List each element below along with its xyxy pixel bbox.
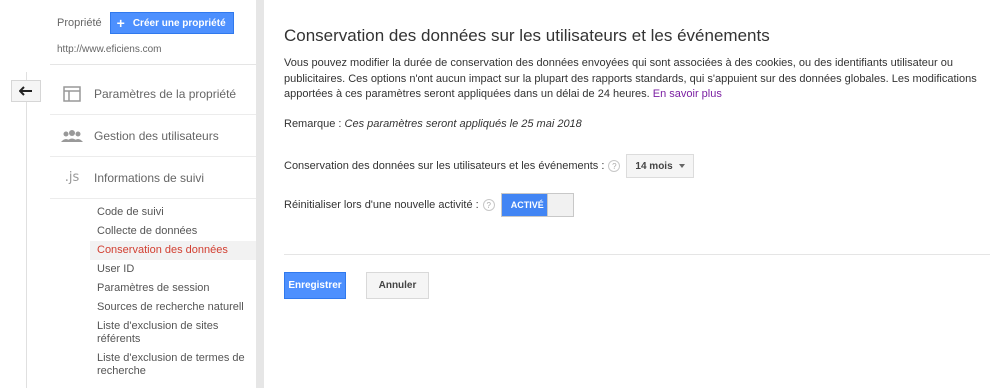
sub-item-user-id[interactable]: User ID [90, 260, 256, 279]
nav-item-tracking-info[interactable]: .js Informations de suivi [50, 157, 256, 199]
retention-label: Conservation des données sur les utilisa… [284, 160, 605, 172]
sub-item-organic-search-sources[interactable]: Sources de recherche naturell [90, 298, 256, 317]
chevron-down-icon [678, 164, 685, 168]
rail-line [26, 72, 27, 388]
sub-item-data-collection[interactable]: Collecte de données [90, 222, 256, 241]
nav-item-user-management[interactable]: Gestion des utilisateurs [50, 115, 256, 157]
nav-label: Gestion des utilisateurs [94, 128, 219, 143]
property-settings-icon [50, 85, 94, 102]
property-label: Propriété [57, 17, 102, 29]
sub-item-tracking-code[interactable]: Code de suivi [90, 203, 256, 222]
back-button[interactable] [11, 80, 41, 102]
property-panel: Propriété + Créer une propriété http://w… [50, 0, 256, 388]
nav-label: Paramètres de la propriété [94, 86, 237, 101]
retention-select[interactable]: 14 mois [626, 154, 694, 178]
note-label: Remarque : [284, 118, 342, 130]
nav-label: Informations de suivi [94, 170, 205, 185]
retention-value: 14 mois [635, 160, 673, 172]
note-text: Ces paramètres seront appliqués le 25 ma… [344, 118, 582, 130]
back-arrow-icon [19, 86, 32, 96]
description: Vous pouvez modifier la durée de conserv… [284, 56, 984, 103]
help-icon[interactable]: ? [482, 199, 495, 211]
description-text: Vous pouvez modifier la durée de conserv… [284, 57, 977, 100]
left-rail [0, 0, 50, 388]
toggle-knob [546, 194, 573, 216]
panel-scrollbar[interactable] [256, 0, 264, 388]
reset-toggle[interactable]: ACTIVÉ [500, 193, 574, 217]
create-property-button[interactable]: + Créer une propriété [109, 12, 234, 34]
sub-item-data-retention[interactable]: Conservation des données [90, 241, 256, 260]
reset-row: Réinitialiser lors d'une nouvelle activi… [284, 193, 574, 217]
retention-row: Conservation des données sur les utilisa… [284, 154, 694, 178]
analytics-admin-page: Propriété + Créer une propriété http://w… [0, 0, 994, 388]
save-button[interactable]: Enregistrer [284, 272, 346, 299]
sub-item-session-settings[interactable]: Paramètres de session [90, 279, 256, 298]
js-icon: .js [64, 170, 80, 185]
tracking-sub-menu: Code de suivi Collecte de données Conser… [90, 203, 256, 381]
main-content: Conservation des données sur les utilisa… [284, 0, 994, 388]
cancel-button[interactable]: Annuler [366, 272, 429, 299]
users-icon [50, 129, 94, 143]
sub-item-search-term-exclusion[interactable]: Liste d'exclusion de termes de recherche [90, 349, 256, 381]
property-url[interactable]: http://www.eficiens.com [57, 44, 161, 55]
nav-item-property-settings[interactable]: Paramètres de la propriété [50, 73, 256, 115]
help-icon[interactable]: ? [608, 160, 621, 172]
reset-label: Réinitialiser lors d'une nouvelle activi… [284, 199, 479, 211]
plus-icon: + [116, 15, 125, 31]
note: Remarque : Ces paramètres seront appliqu… [284, 118, 582, 130]
property-header: Propriété + Créer une propriété [57, 12, 234, 34]
create-property-label: Créer une propriété [132, 17, 226, 29]
page-title: Conservation des données sur les utilisa… [284, 26, 770, 45]
learn-more-link[interactable]: En savoir plus [653, 88, 722, 100]
toggle-on-label: ACTIVÉ [501, 194, 547, 216]
sub-item-referral-exclusion[interactable]: Liste d'exclusion de sites référents [90, 317, 256, 349]
divider [50, 64, 256, 65]
divider [284, 254, 990, 255]
